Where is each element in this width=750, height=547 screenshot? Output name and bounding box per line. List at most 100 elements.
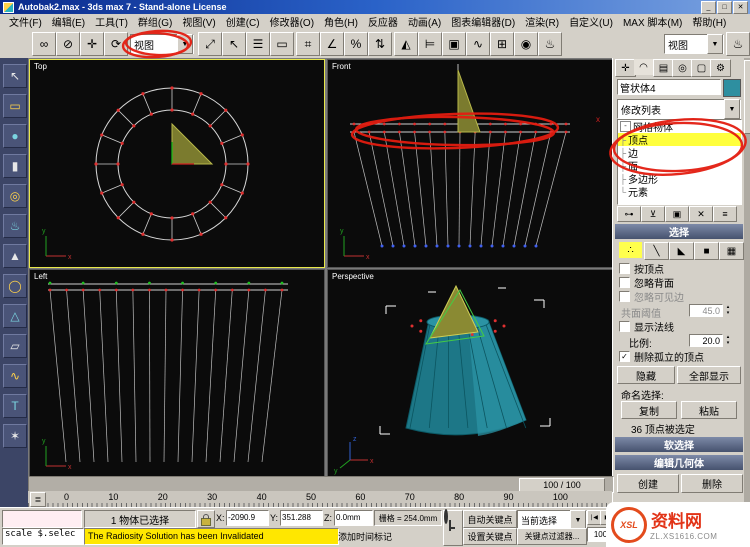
curve-editor-icon[interactable]: ∿: [466, 32, 490, 56]
menu-rendering[interactable]: 渲染(R): [520, 14, 564, 29]
menu-customize[interactable]: 自定义(U): [564, 14, 618, 29]
set-key-icon[interactable]: [443, 510, 463, 546]
tab-hierarchy-icon[interactable]: ▤: [653, 59, 674, 77]
go-to-start-icon[interactable]: ∣◀: [587, 510, 601, 525]
minimize-button[interactable]: _: [701, 1, 716, 14]
selection-region-icon[interactable]: ▭: [270, 32, 294, 56]
delete-button[interactable]: 删除: [681, 474, 743, 493]
maxscript-listener-field[interactable]: scale $.selec: [2, 528, 84, 545]
subobject-polygon-icon[interactable]: ■: [694, 242, 719, 260]
viewport-front[interactable]: Front x x y: [327, 59, 613, 268]
tab-display-icon[interactable]: ▢: [691, 59, 712, 77]
title-bar[interactable]: Autobak2.max - 3ds max 7 - Stand-alone L…: [0, 0, 750, 14]
text-tool-icon[interactable]: T: [3, 394, 27, 418]
key-filters-button[interactable]: 关键点过滤器...: [517, 528, 587, 545]
maximize-button[interactable]: □: [717, 1, 732, 14]
tree-collapse-icon[interactable]: -: [620, 121, 631, 132]
rotate-icon[interactable]: ⟳: [104, 32, 128, 56]
planar-thresh-spinner[interactable]: 45.0 ▴▾: [689, 304, 733, 317]
menu-group[interactable]: 群组(G): [133, 14, 177, 29]
teapot-tool-icon[interactable]: ♨: [3, 214, 27, 238]
spin-down-icon[interactable]: ▾: [723, 341, 733, 348]
menu-help[interactable]: 帮助(H): [687, 14, 731, 29]
layer-manager-icon[interactable]: ▣: [442, 32, 466, 56]
show-normals-checkbox[interactable]: 显示法线: [619, 320, 674, 332]
track-bar[interactable]: ≣ 0 10 20 30 40 50 60 70 80 90 100: [28, 491, 612, 507]
spinner-snap-icon[interactable]: ⇅: [368, 32, 392, 56]
menu-animation[interactable]: 动画(A): [403, 14, 446, 29]
close-button[interactable]: ✕: [733, 1, 748, 14]
viewport-left[interactable]: Left x y: [29, 269, 325, 478]
rollout-soft-selection[interactable]: 软选择: [615, 437, 743, 452]
macro-recorder-field[interactable]: [2, 510, 82, 528]
sphere-tool-icon[interactable]: ●: [3, 124, 27, 148]
tube-tool-icon[interactable]: ◯: [3, 274, 27, 298]
tab-modify-icon[interactable]: ◠: [634, 59, 653, 75]
x-coord-field[interactable]: -2090.9: [226, 510, 269, 526]
selection-set-dropdown[interactable]: 当前选择 ▼: [517, 510, 587, 530]
object-name-field[interactable]: [617, 79, 721, 95]
scale-spinner[interactable]: 20.0 ▴▾: [689, 334, 733, 347]
modifier-list-dropdown[interactable]: 修改列表 ▼: [617, 99, 741, 119]
selection-lock-icon[interactable]: [197, 510, 215, 528]
move-icon[interactable]: ✛: [80, 32, 104, 56]
menu-tools[interactable]: 工具(T): [90, 14, 133, 29]
y-coord-field[interactable]: 351.288: [280, 510, 323, 526]
menu-modifiers[interactable]: 修改器(O): [265, 14, 319, 29]
object-color-swatch[interactable]: [723, 79, 741, 97]
menu-character[interactable]: 角色(H): [319, 14, 363, 29]
rollout-edit-geometry[interactable]: 编辑几何体: [615, 455, 743, 470]
spin-down-icon[interactable]: ▾: [723, 311, 733, 318]
render-type-dropdown[interactable]: 视图 ▼: [664, 34, 724, 54]
subobject-edge-icon[interactable]: ╲: [644, 242, 669, 260]
align-icon[interactable]: ⊨: [418, 32, 442, 56]
panel-scrollbar[interactable]: [744, 58, 750, 507]
box-tool-icon[interactable]: ▭: [3, 94, 27, 118]
material-editor-icon[interactable]: ◉: [514, 32, 538, 56]
set-key-mode-button[interactable]: 设置关键点: [463, 528, 517, 545]
link-icon[interactable]: ∞: [32, 32, 56, 56]
configure-stack-icon[interactable]: ≡: [713, 206, 737, 222]
unhide-all-button[interactable]: 全部显示: [677, 366, 741, 384]
make-unique-icon[interactable]: ▣: [665, 206, 689, 222]
scrollbar-thumb[interactable]: [744, 60, 750, 134]
select-tool-icon[interactable]: ↖: [3, 64, 27, 88]
by-vertex-checkbox[interactable]: 按顶点: [619, 262, 664, 274]
angle-snap-icon[interactable]: ∠: [320, 32, 344, 56]
scale-icon[interactable]: ⤢: [198, 32, 222, 56]
cylinder-tool-icon[interactable]: ▮: [3, 154, 27, 178]
ignore-backfacing-checkbox[interactable]: 忽略背面: [619, 276, 674, 288]
star-tool-icon[interactable]: ✶: [3, 424, 27, 448]
create-button[interactable]: 创建: [617, 474, 679, 493]
pin-stack-icon[interactable]: ⊶: [617, 206, 641, 222]
menu-maxscript[interactable]: MAX 脚本(M): [618, 14, 687, 29]
ignore-visible-edges-checkbox[interactable]: 忽略可见边: [619, 290, 684, 302]
time-slider-handle[interactable]: 100 / 100: [519, 478, 605, 492]
tab-motion-icon[interactable]: ◎: [672, 59, 693, 77]
hide-button[interactable]: 隐藏: [617, 366, 675, 384]
menu-create[interactable]: 创建(C): [221, 14, 265, 29]
open-mini-curve-editor-icon[interactable]: ≣: [30, 492, 46, 507]
stack-item-element[interactable]: └ 元素: [618, 185, 741, 198]
unlink-icon[interactable]: ⊘: [56, 32, 80, 56]
subobject-vertex-icon[interactable]: ∴: [619, 242, 642, 258]
quick-render-icon[interactable]: ♨: [726, 32, 750, 56]
tab-create-icon[interactable]: ✛: [615, 59, 636, 77]
select-by-name-icon[interactable]: ☰: [246, 32, 270, 56]
menu-views[interactable]: 视图(V): [177, 14, 220, 29]
menu-file[interactable]: 文件(F): [4, 14, 47, 29]
cone-tool-icon[interactable]: ▲: [3, 244, 27, 268]
mirror-icon[interactable]: ◭: [394, 32, 418, 56]
schematic-view-icon[interactable]: ⊞: [490, 32, 514, 56]
snap-toggle-icon[interactable]: ⌗: [296, 32, 320, 56]
rollout-selection[interactable]: 选择: [615, 224, 743, 239]
helix-tool-icon[interactable]: ∿: [3, 364, 27, 388]
paste-button[interactable]: 粘贴: [681, 401, 737, 419]
viewport-perspective[interactable]: Perspective x y z: [327, 269, 613, 478]
copy-button[interactable]: 复制: [621, 401, 677, 419]
remove-modifier-icon[interactable]: ✕: [689, 206, 713, 222]
reference-coordinate-dropdown[interactable]: 视图 ▼: [130, 34, 194, 54]
auto-key-button[interactable]: 自动关键点: [463, 510, 517, 528]
torus-tool-icon[interactable]: ◎: [3, 184, 27, 208]
percent-snap-icon[interactable]: %: [344, 32, 368, 56]
